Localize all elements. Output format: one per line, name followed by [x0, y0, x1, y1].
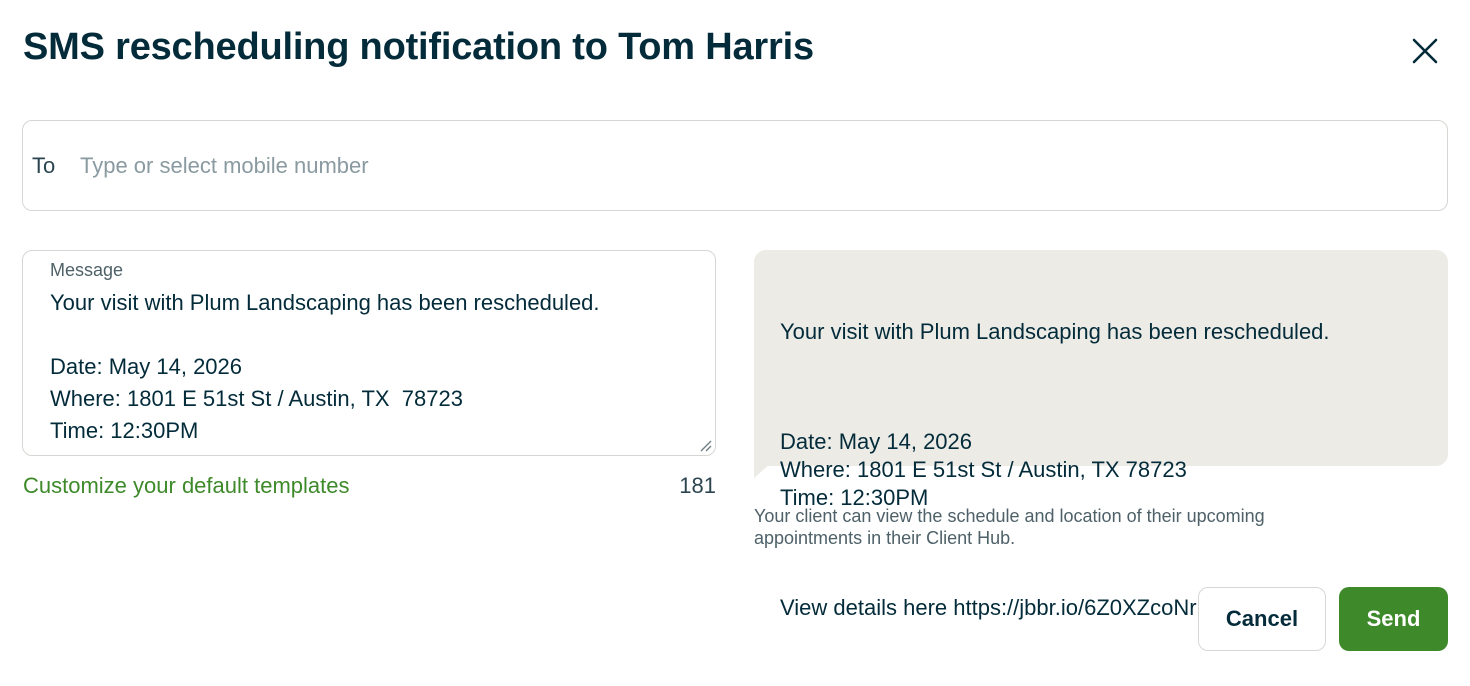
- preview-details: Date: May 14, 2026 Where: 1801 E 51st St…: [780, 429, 1187, 510]
- sms-preview-text: Your visit with Plum Landscaping has bee…: [780, 262, 1430, 678]
- message-textarea[interactable]: Message Your visit with Plum Landscaping…: [22, 250, 716, 456]
- mobile-number-input[interactable]: [80, 145, 1431, 186]
- resize-handle-icon[interactable]: [699, 439, 713, 453]
- character-count: 181: [679, 473, 716, 498]
- message-body[interactable]: Your visit with Plum Landscaping has bee…: [50, 287, 690, 447]
- cancel-button[interactable]: Cancel: [1198, 587, 1326, 651]
- client-hub-note: Your client can view the schedule and lo…: [754, 506, 1265, 548]
- close-icon: [1412, 38, 1438, 64]
- sms-preview-bubble: Your visit with Plum Landscaping has bee…: [754, 250, 1448, 620]
- bubble-tail-icon: [754, 464, 770, 478]
- to-label: To: [32, 152, 56, 178]
- message-label: Message: [50, 260, 124, 280]
- to-field[interactable]: To: [22, 120, 1448, 211]
- customize-templates-link[interactable]: Customize your default templates: [23, 473, 350, 499]
- preview-line: Your visit with Plum Landscaping has bee…: [780, 319, 1330, 344]
- preview-link-line: View details here https://jbbr.io/6Z0XZc…: [780, 595, 1294, 620]
- send-button[interactable]: Send: [1339, 587, 1448, 651]
- dialog-title: SMS rescheduling notification to Tom Har…: [23, 26, 814, 68]
- close-button[interactable]: [1404, 30, 1446, 72]
